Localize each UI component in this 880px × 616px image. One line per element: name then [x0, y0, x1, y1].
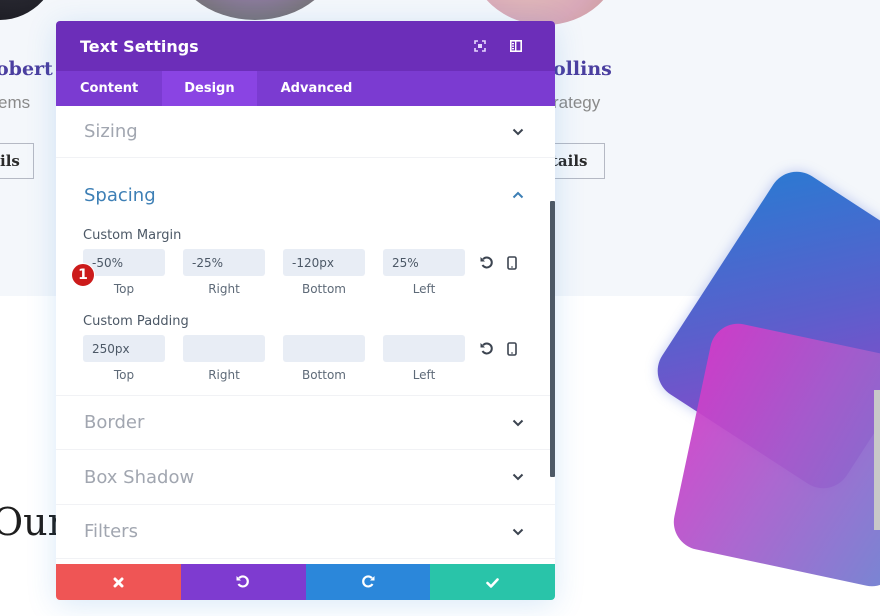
margin-right-label: Right: [208, 282, 240, 296]
modal-header[interactable]: Text Settings: [56, 21, 555, 71]
settings-tabs: Content Design Advanced: [56, 71, 555, 106]
team-member-role: rategy: [553, 93, 601, 112]
split-view-icon[interactable]: [501, 36, 531, 56]
spacing-body: Custom Margin -50% Top -25% Right -120px…: [56, 228, 555, 382]
view-details-label: ils: [0, 152, 20, 170]
team-member-role: ems: [0, 93, 31, 112]
annotation-badge: 1: [71, 263, 95, 287]
margin-top-input[interactable]: -50%: [83, 249, 165, 276]
undo-button[interactable]: [180, 564, 306, 600]
page-scrollbar[interactable]: [874, 390, 880, 530]
chevron-up-icon: [512, 189, 524, 201]
margin-right-input[interactable]: -25%: [183, 249, 265, 276]
margin-left-input[interactable]: 25%: [383, 249, 465, 276]
team-member-name: obert: [0, 58, 53, 80]
reset-icon[interactable]: [478, 335, 497, 362]
mobile-device-icon[interactable]: [503, 335, 522, 362]
padding-right-label: Right: [208, 368, 240, 382]
save-button[interactable]: [430, 564, 555, 600]
padding-top-label: Top: [113, 368, 135, 382]
border-toggle[interactable]: Border: [56, 396, 555, 450]
chevron-down-icon: [512, 417, 524, 429]
padding-bottom-input[interactable]: [283, 335, 365, 362]
margin-bottom-input[interactable]: -120px: [283, 249, 365, 276]
custom-margin-label: Custom Margin: [83, 228, 182, 243]
redo-button[interactable]: [305, 564, 431, 600]
custom-padding-label: Custom Padding: [83, 314, 189, 329]
modal-scrollbar[interactable]: [550, 201, 555, 477]
tab-design[interactable]: Design: [162, 71, 257, 106]
tab-content[interactable]: Content: [56, 71, 162, 106]
spacing-toggle[interactable]: Spacing: [56, 158, 555, 228]
margin-left-label: Left: [412, 282, 436, 296]
undo-icon: [236, 573, 250, 592]
mobile-device-icon[interactable]: [503, 249, 522, 276]
sizing-toggle[interactable]: Sizing: [56, 106, 555, 158]
checkmark-icon: [486, 573, 499, 592]
modal-title: Text Settings: [80, 36, 199, 56]
modal-body: Sizing Spacing Custom Margin -50% Top -2…: [56, 106, 555, 564]
chevron-down-icon: [512, 526, 524, 538]
view-details-button[interactable]: ils: [0, 143, 34, 179]
tab-advanced[interactable]: Advanced: [257, 71, 377, 106]
sizing-title: Sizing: [84, 121, 138, 142]
box-shadow-toggle[interactable]: Box Shadow: [56, 450, 555, 505]
padding-left-input[interactable]: [383, 335, 465, 362]
modal-footer: [56, 564, 555, 600]
filters-title: Filters: [84, 521, 138, 542]
spacing-section: Spacing Custom Margin -50% Top -25% Righ…: [56, 158, 555, 396]
reset-icon[interactable]: [478, 249, 497, 276]
custom-margin-row: -50% Top -25% Right -120px Bottom 25% Le…: [83, 249, 527, 296]
spacing-title: Spacing: [84, 184, 156, 206]
padding-bottom-label: Bottom: [301, 368, 346, 382]
margin-top-label: Top: [113, 282, 135, 296]
padding-top-input[interactable]: 250px: [83, 335, 165, 362]
close-icon: [113, 573, 124, 592]
cancel-button[interactable]: [56, 564, 181, 600]
margin-bottom-label: Bottom: [301, 282, 346, 296]
redo-icon: [361, 573, 375, 592]
text-settings-modal: Text Settings Content Design Advanced Si…: [56, 21, 555, 600]
chevron-down-icon: [512, 471, 524, 483]
view-details-label: tails: [551, 152, 588, 170]
border-title: Border: [84, 412, 145, 433]
box-shadow-title: Box Shadow: [84, 466, 195, 488]
filters-toggle[interactable]: Filters: [56, 505, 555, 559]
custom-padding-row: 250px Top Right Bottom Left: [83, 335, 527, 382]
padding-right-input[interactable]: [183, 335, 265, 362]
team-member-name: ollins: [553, 58, 612, 80]
fullscreen-icon[interactable]: [465, 36, 495, 56]
padding-left-label: Left: [412, 368, 436, 382]
chevron-down-icon: [512, 126, 524, 138]
